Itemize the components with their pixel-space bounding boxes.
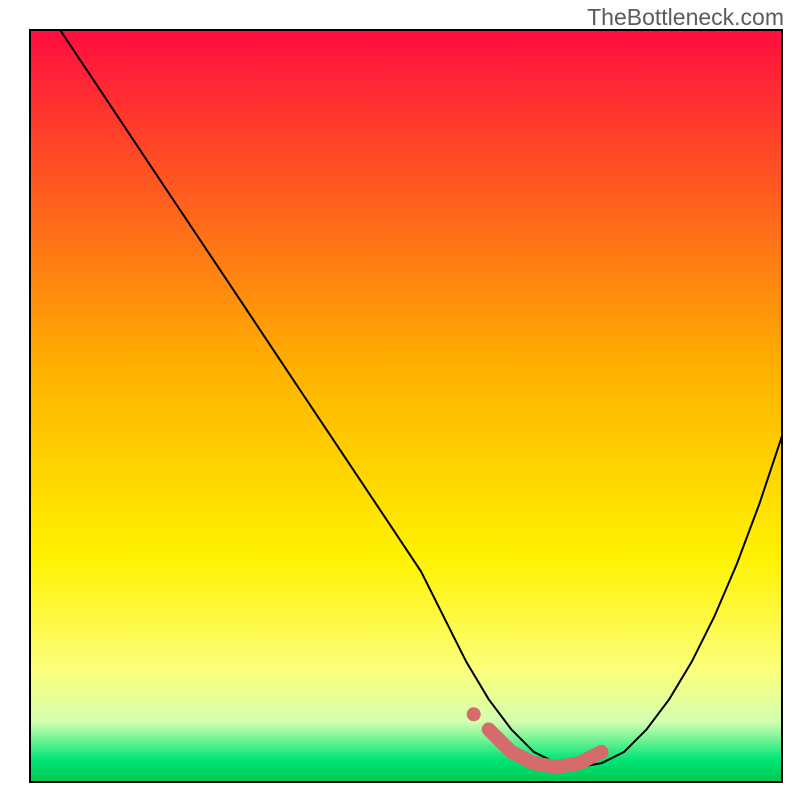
- chart-background: [30, 30, 782, 782]
- chart-svg: [0, 0, 800, 800]
- optimal-start-dot: [467, 707, 481, 721]
- chart-container: TheBottleneck.com: [0, 0, 800, 800]
- watermark-text: TheBottleneck.com: [587, 4, 784, 31]
